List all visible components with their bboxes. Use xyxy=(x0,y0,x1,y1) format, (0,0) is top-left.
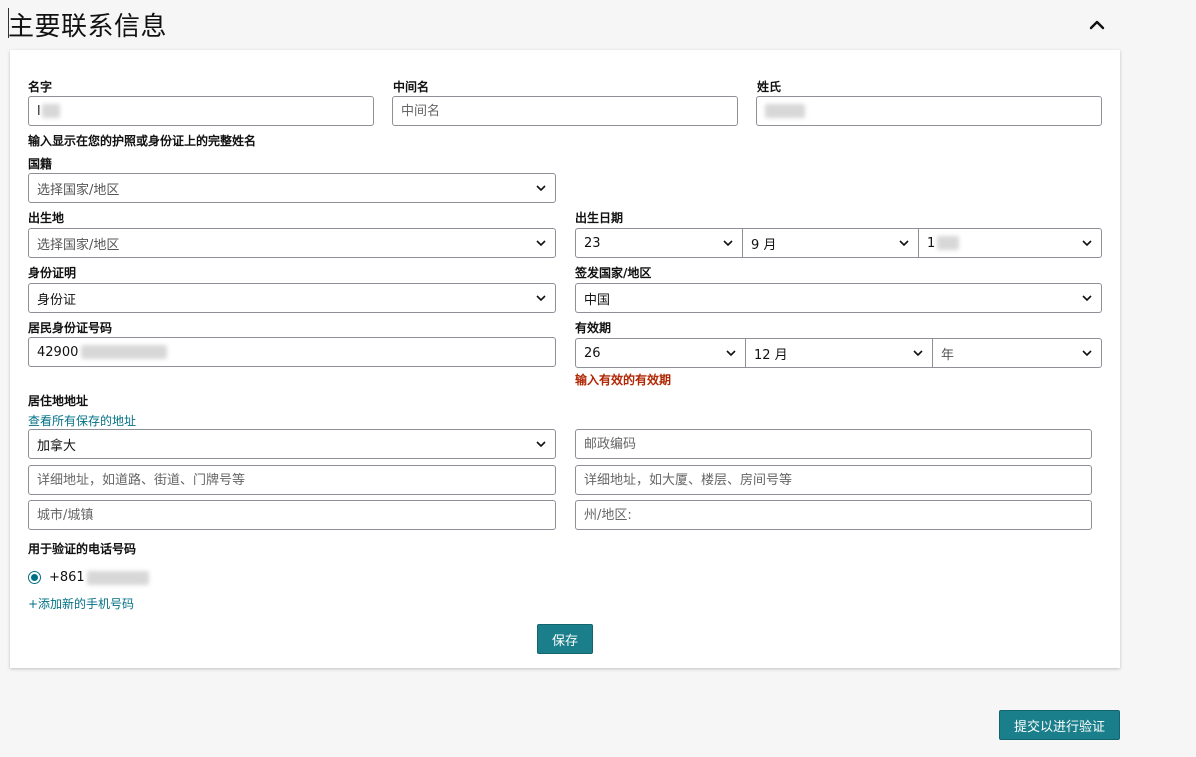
name-hint: 输入显示在您的护照或身份证上的完整姓名 xyxy=(28,134,257,148)
redacted-blur xyxy=(937,236,960,250)
id-doc-label: 身份证明 xyxy=(28,266,77,280)
expiry-label: 有效期 xyxy=(575,321,612,335)
phone-number: +861 xyxy=(49,570,85,585)
first-name-label: 名字 xyxy=(28,80,53,94)
id-number-value: 42900 xyxy=(37,344,79,360)
expiry-month-select[interactable]: 12 月 xyxy=(745,338,933,368)
contact-info-card: 名字 l 中间名 姓氏 输入显示在您的护照或身份证上的完整姓名 国籍 选择国家/… xyxy=(10,50,1120,668)
issuing-country-value: 中国 xyxy=(584,292,611,308)
dob-day-select[interactable]: 23 xyxy=(575,228,743,258)
middle-name-field[interactable] xyxy=(392,96,738,126)
add-phone-link[interactable]: +添加新的手机号码 xyxy=(28,595,134,612)
expiry-month-value: 12 月 xyxy=(754,347,788,363)
nationality-select[interactable]: 选择国家/地区 xyxy=(28,173,556,203)
chevron-down-icon xyxy=(726,350,736,357)
chevron-down-icon xyxy=(536,185,546,192)
address-country-select[interactable]: 加拿大 xyxy=(28,429,556,459)
dob-year-wrap: 1 xyxy=(927,235,960,251)
chevron-down-icon xyxy=(536,295,546,302)
birthplace-value: 选择国家/地区 xyxy=(37,237,120,253)
page-title: 主要联系信息 xyxy=(8,12,168,42)
issuing-country-select[interactable]: 中国 xyxy=(575,283,1102,313)
chevron-down-icon xyxy=(536,240,546,247)
dob-month-select[interactable]: 9 月 xyxy=(742,228,919,258)
chevron-down-icon xyxy=(1082,240,1092,247)
dob-month-value: 9 月 xyxy=(751,237,777,253)
city-field[interactable] xyxy=(28,500,556,530)
expiry-day-select[interactable]: 26 xyxy=(575,338,746,368)
expiry-year-value: 年 xyxy=(941,347,955,363)
last-name-label: 姓氏 xyxy=(757,80,782,94)
collapse-button[interactable] xyxy=(1086,14,1108,36)
dob-year-value: 1 xyxy=(927,235,936,251)
middle-name-label: 中间名 xyxy=(393,80,430,94)
state-field[interactable] xyxy=(575,500,1092,530)
saved-addresses-link[interactable]: 查看所有保存的地址 xyxy=(28,412,136,429)
chevron-down-icon xyxy=(536,441,546,448)
chevron-down-icon xyxy=(913,350,923,357)
redacted-blur xyxy=(86,570,149,585)
first-name-value: l xyxy=(37,103,41,119)
dob-label: 出生日期 xyxy=(575,211,624,225)
redacted-blur xyxy=(81,345,168,359)
id-number-label: 居民身份证号码 xyxy=(28,321,113,335)
first-name-field[interactable]: l xyxy=(28,96,374,126)
address-line2-field[interactable] xyxy=(575,465,1092,495)
address-label: 居住地地址 xyxy=(28,394,89,408)
redacted-blur xyxy=(41,104,60,118)
nationality-value: 选择国家/地区 xyxy=(37,182,120,198)
dob-day-value: 23 xyxy=(584,235,601,251)
redacted-blur xyxy=(765,104,805,118)
chevron-up-icon xyxy=(1089,20,1105,30)
birthplace-label: 出生地 xyxy=(28,211,65,225)
phone-label: 用于验证的电话号码 xyxy=(28,542,137,556)
expiry-day-value: 26 xyxy=(584,345,601,361)
nationality-label: 国籍 xyxy=(28,157,53,171)
postal-code-field[interactable] xyxy=(575,429,1092,459)
id-doc-value: 身份证 xyxy=(37,292,77,308)
chevron-down-icon xyxy=(899,240,909,247)
expiry-year-select[interactable]: 年 xyxy=(932,338,1102,368)
address-country-value: 加拿大 xyxy=(37,438,77,454)
issuing-country-label: 签发国家/地区 xyxy=(575,266,652,280)
expiry-error: 输入有效的有效期 xyxy=(575,373,672,387)
phone-radio[interactable] xyxy=(28,571,41,584)
chevron-down-icon xyxy=(1082,295,1092,302)
chevron-down-icon xyxy=(1082,350,1092,357)
phone-option[interactable]: +861 xyxy=(28,570,149,585)
chevron-down-icon xyxy=(723,240,733,247)
last-name-field[interactable] xyxy=(756,96,1102,126)
radio-selected-dot xyxy=(31,574,38,581)
submit-verification-button[interactable]: 提交以进行验证 xyxy=(999,710,1120,740)
address-line1-field[interactable] xyxy=(28,465,556,495)
id-number-field[interactable]: 42900 xyxy=(28,337,556,367)
save-button[interactable]: 保存 xyxy=(537,624,593,654)
id-doc-select[interactable]: 身份证 xyxy=(28,283,556,313)
birthplace-select[interactable]: 选择国家/地区 xyxy=(28,228,556,258)
dob-year-select[interactable]: 1 xyxy=(918,228,1102,258)
